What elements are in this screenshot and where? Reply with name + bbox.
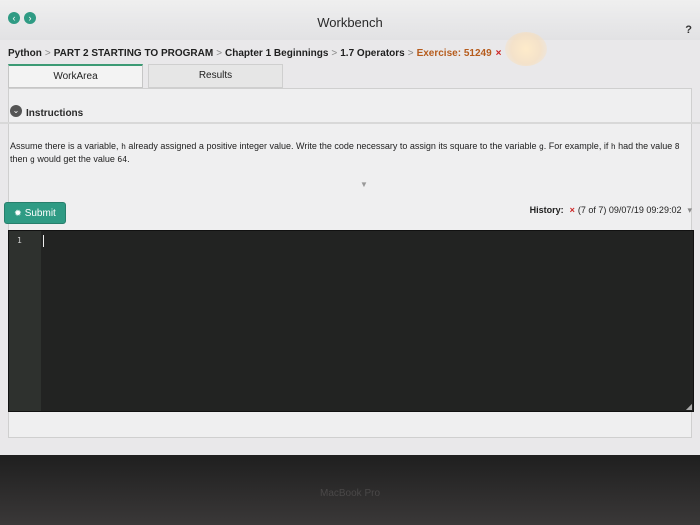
dropdown-caret-icon: ▾	[687, 205, 692, 215]
breadcrumb-item-python[interactable]: Python	[8, 48, 42, 59]
help-icon[interactable]: ?	[685, 24, 692, 36]
instructions-text-part: Assume there is a variable,	[10, 141, 122, 151]
breadcrumb: Python > PART 2 STARTING TO PROGRAM > Chapte…	[8, 48, 501, 59]
tab-workarea[interactable]: WorkArea	[8, 64, 143, 88]
submit-button[interactable]: ✹ Submit	[4, 202, 66, 224]
history-label: History:	[529, 205, 564, 215]
breadcrumb-separator: >	[44, 48, 51, 59]
title-bar: ‹ › Workbench ?	[0, 0, 700, 40]
history-timestamp: 09/07/19 09:29:02	[608, 205, 682, 215]
error-icon: ×	[569, 205, 575, 215]
code-value: 8	[674, 142, 680, 151]
breadcrumb-item-chapter[interactable]: Chapter 1 Beginnings	[225, 48, 328, 59]
resize-handle-icon[interactable]: ◢	[686, 402, 692, 411]
submit-label: Submit	[24, 208, 56, 219]
instructions-text-part: had the value	[615, 141, 675, 151]
history-selector[interactable]: History: × (7 of 7) 09/07/19 09:29:02 ▾	[530, 205, 692, 216]
device-brand: MacBook Pro	[319, 488, 381, 499]
screen-glare	[505, 32, 547, 66]
screen: ‹ › Workbench ? Python > PART 2 STARTING T…	[0, 0, 700, 455]
line-number: 1	[17, 236, 22, 245]
laptop-bezel: MacBook Pro	[0, 455, 700, 525]
tab-results[interactable]: Results	[148, 64, 283, 88]
history-count: (7 of 7)	[577, 205, 607, 215]
breadcrumb-item-section[interactable]: 1.7 Operators	[340, 48, 404, 59]
instructions-heading[interactable]: Instructions	[26, 108, 83, 119]
instructions-text-part: . For example, if	[543, 141, 611, 151]
breadcrumb-item-part[interactable]: PART 2 STARTING TO PROGRAM	[54, 48, 213, 59]
collapse-handle-icon[interactable]: ▼	[360, 180, 368, 189]
exercise-status-icon: ×	[495, 48, 502, 59]
text-cursor	[43, 235, 44, 247]
window-title: Workbench	[317, 15, 383, 30]
line-gutter: 1	[9, 231, 41, 411]
instructions-text-part: then	[10, 154, 31, 164]
breadcrumb-item-exercise: Exercise: 51249	[416, 48, 492, 59]
breadcrumb-separator: >	[216, 48, 223, 59]
chevron-down-icon[interactable]: ⌄	[10, 105, 22, 117]
code-editor[interactable]: 1	[8, 230, 694, 412]
gear-icon: ✹	[14, 208, 22, 218]
instructions-text-part: would get the value	[34, 154, 118, 164]
instructions-text-part: .	[127, 154, 130, 164]
instructions-text-part: already assigned a positive integer valu…	[125, 141, 539, 151]
divider	[0, 122, 700, 124]
instructions-text: Assume there is a variable, h already as…	[10, 140, 692, 166]
breadcrumb-separator: >	[331, 48, 338, 59]
breadcrumb-separator: >	[407, 48, 414, 59]
tab-bar: WorkArea Results	[8, 64, 688, 88]
code-value: 64	[117, 155, 128, 164]
